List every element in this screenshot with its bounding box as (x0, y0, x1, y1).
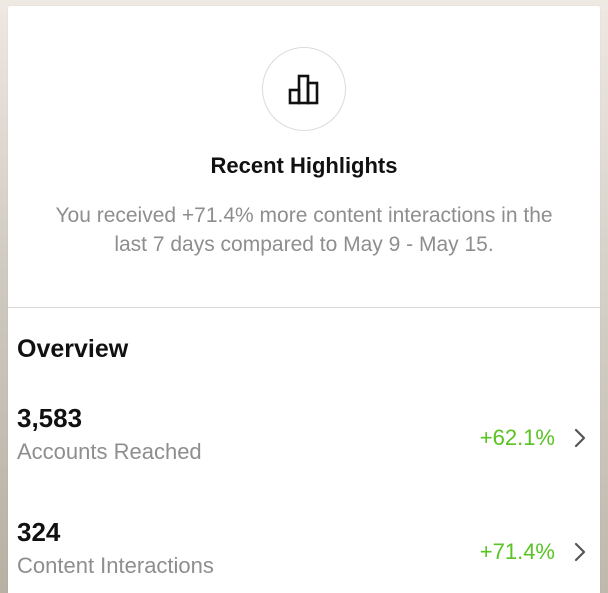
metric-label: Content Interactions (17, 553, 214, 578)
background-right (600, 10, 608, 593)
bar-chart-icon (287, 72, 321, 106)
section-divider (8, 307, 600, 308)
highlight-title: Recent Highlights (210, 153, 398, 178)
insights-card: Recent Highlights You received +71.4% mo… (8, 6, 600, 593)
chevron-right-icon[interactable] (573, 541, 587, 563)
overview-title: Overview (17, 335, 129, 363)
metric-row-accounts-reached[interactable]: 3,583 Accounts Reached +62.1% (8, 403, 600, 473)
metric-label: Accounts Reached (17, 439, 202, 464)
metric-change: +62.1% (479, 425, 555, 450)
metric-value: 324 (17, 517, 61, 547)
metric-change: +71.4% (479, 539, 555, 564)
metric-row-content-interactions[interactable]: 324 Content Interactions +71.4% (8, 517, 600, 587)
chevron-right-icon[interactable] (573, 427, 587, 449)
recent-highlights-section: Recent Highlights You received +71.4% mo… (8, 6, 600, 307)
metric-value: 3,583 (17, 403, 83, 433)
highlight-icon-circle (262, 47, 346, 131)
highlight-description: You received +71.4% more content interac… (55, 204, 553, 256)
